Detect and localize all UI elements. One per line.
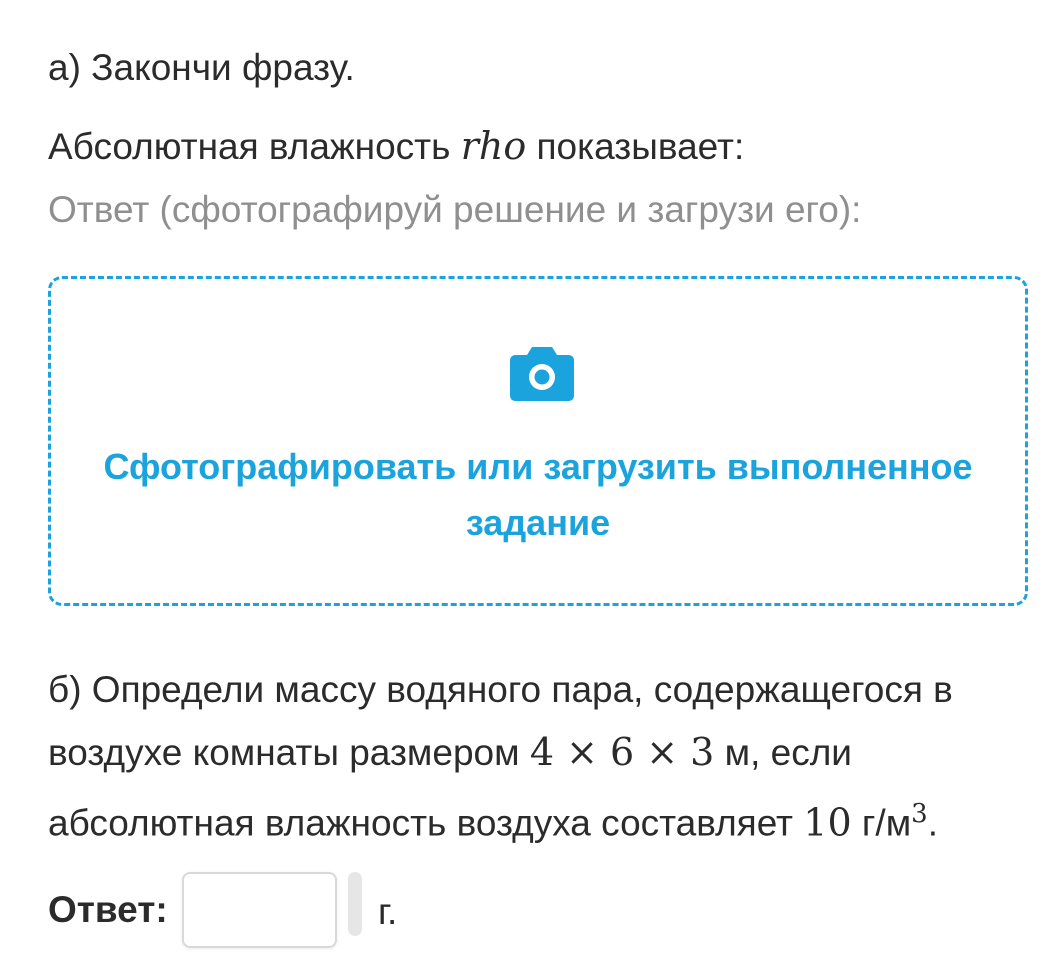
line3-prefix: абсолютная влажность воздуха составляет — [48, 802, 804, 844]
line2-suffix: м, если — [714, 732, 852, 773]
answer-unit: г. — [378, 891, 398, 932]
upload-label[interactable]: Сфотографировать или загрузить выполненн… — [51, 439, 1025, 551]
rho-symbol: rho — [460, 124, 527, 168]
room-dimensions: 4 × 6 × 3 — [529, 730, 715, 774]
camera-icon — [510, 347, 574, 401]
unit-exponent: 3 — [911, 799, 928, 829]
line3-end: . — [927, 802, 938, 844]
humidity-unit: г/м — [851, 802, 912, 844]
answer-input[interactable] — [182, 872, 337, 948]
answer-label: Ответ: — [48, 889, 168, 930]
input-resize-handle — [348, 872, 362, 936]
answer-hint: Ответ (сфотографируй решение и загрузи е… — [48, 189, 862, 230]
upload-label-line2: задание — [465, 502, 611, 543]
part-b-line3: абсолютная влажность воздуха составляет … — [48, 792, 938, 845]
photo-upload-zone[interactable]: Сфотографировать или загрузить выполненн… — [48, 276, 1028, 606]
part-b-line1: б) Определи массу водяного пара, содержа… — [48, 669, 953, 710]
part-b-line2: воздухе комнаты размером 4 × 6 × 3 м, ес… — [48, 730, 852, 775]
upload-label-line1: Сфотографировать или загрузить выполненн… — [103, 446, 973, 487]
sentence-prefix: Абсолютная влажность — [48, 126, 461, 167]
humidity-value: 10 — [803, 800, 852, 845]
line2-prefix: воздухе комнаты размером — [48, 732, 530, 773]
sentence-suffix: показывает: — [526, 126, 745, 167]
part-a-sentence: Абсолютная влажность rho показывает: — [48, 124, 744, 169]
part-a-title: а) Закончи фразу. — [48, 47, 355, 88]
